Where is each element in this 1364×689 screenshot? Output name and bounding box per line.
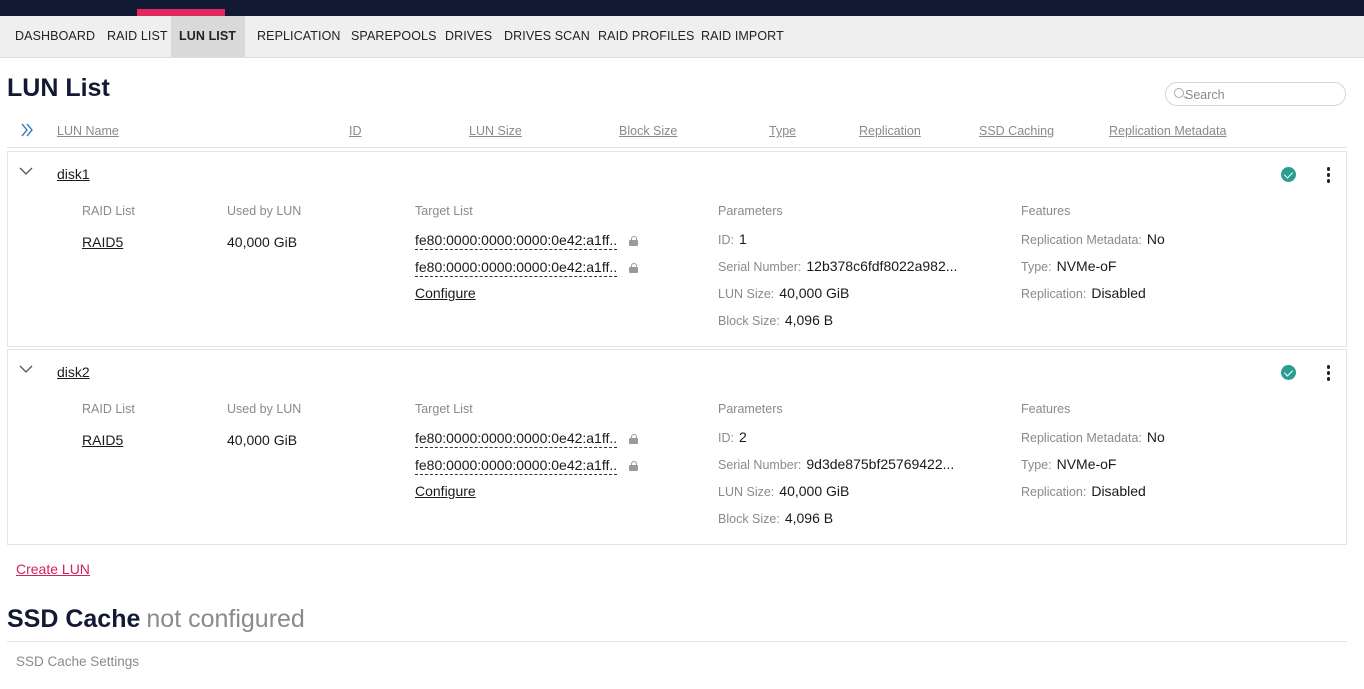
target-address[interactable]: fe80:0000:0000:0000:0e42:a1ff.. — [415, 430, 618, 448]
lun-row: disk1 RAID List RAID5 Used by LUN 40,000… — [7, 151, 1347, 347]
lock-icon — [629, 461, 638, 471]
features-label: Features — [1021, 402, 1071, 416]
main-nav: DASHBOARD RAID LIST LUN LIST REPLICATION… — [0, 16, 1364, 58]
lock-icon — [629, 236, 638, 246]
more-vert-icon[interactable] — [1321, 363, 1335, 383]
parameters-label: Parameters — [718, 402, 783, 416]
column-header-type[interactable]: Type — [769, 124, 796, 138]
header-divider — [7, 147, 1347, 148]
param-block-size: Block Size: 4,096 B — [718, 312, 834, 328]
raid-list-label: RAID List — [82, 402, 135, 416]
param-id: ID: 1 — [718, 231, 747, 247]
column-header-replication-metadata[interactable]: Replication Metadata — [1109, 124, 1226, 138]
param-serial: Serial Number: 9d3de875bf25769422... — [718, 456, 955, 472]
chevron-down-icon[interactable] — [19, 166, 33, 176]
configure-link[interactable]: Configure — [415, 285, 476, 301]
used-by-lun-label: Used by LUN — [227, 402, 302, 416]
target-list-label: Target List — [415, 402, 473, 416]
ssd-cache-heading: SSD Cache — [7, 605, 141, 633]
nav-item-raid-import[interactable]: RAID IMPORT — [693, 16, 792, 57]
column-header-ssd-caching[interactable]: SSD Caching — [979, 124, 1054, 138]
chevron-down-icon[interactable] — [19, 364, 33, 374]
nav-item-dashboard[interactable]: DASHBOARD — [7, 16, 103, 57]
features-label: Features — [1021, 204, 1071, 218]
nav-item-lun-list[interactable]: LUN LIST — [171, 16, 245, 57]
search-icon — [1174, 88, 1184, 98]
lun-name-link[interactable]: disk2 — [57, 364, 90, 380]
param-lun-size: LUN Size: 40,000 GiB — [718, 285, 850, 301]
nav-item-drives[interactable]: DRIVES — [437, 16, 500, 57]
nav-item-raid-profiles[interactable]: RAID PROFILES — [590, 16, 702, 57]
param-block-size: Block Size: 4,096 B — [718, 510, 834, 526]
nav-item-raid-list[interactable]: RAID LIST — [99, 16, 176, 57]
raid-link[interactable]: RAID5 — [82, 234, 123, 250]
feature-replication: Replication: Disabled — [1021, 483, 1146, 499]
status-ok-icon — [1281, 167, 1296, 182]
feature-type: Type: NVMe-oF — [1021, 258, 1117, 274]
raid-list-label: RAID List — [82, 204, 135, 218]
top-bar — [0, 0, 1364, 16]
target-address[interactable]: fe80:0000:0000:0000:0e42:a1ff.. — [415, 259, 618, 277]
used-by-lun-label: Used by LUN — [227, 204, 302, 218]
configure-link[interactable]: Configure — [415, 483, 476, 499]
param-lun-size: LUN Size: 40,000 GiB — [718, 483, 850, 499]
expand-all-icon[interactable] — [18, 122, 36, 138]
status-ok-icon — [1281, 365, 1296, 380]
nav-item-drives-scan[interactable]: DRIVES SCAN — [496, 16, 598, 57]
feature-replication: Replication: Disabled — [1021, 285, 1146, 301]
feature-replication-metadata: Replication Metadata: No — [1021, 231, 1165, 247]
lock-icon — [629, 263, 638, 273]
column-header-replication[interactable]: Replication — [859, 124, 921, 138]
param-id: ID: 2 — [718, 429, 747, 445]
column-header-id[interactable]: ID — [349, 124, 362, 138]
parameters-label: Parameters — [718, 204, 783, 218]
feature-type: Type: NVMe-oF — [1021, 456, 1117, 472]
lun-name-link[interactable]: disk1 — [57, 166, 90, 182]
column-header-lun-name[interactable]: LUN Name — [57, 124, 119, 138]
raid-link[interactable]: RAID5 — [82, 432, 123, 448]
ssd-cache-title: SSD Cache not configured — [7, 605, 305, 634]
lun-row: disk2 RAID List RAID5 Used by LUN 40,000… — [7, 349, 1347, 545]
page-title: LUN List — [7, 74, 110, 102]
nav-item-sparepools[interactable]: SPAREPOOLS — [343, 16, 445, 57]
active-tab-indicator — [137, 9, 225, 16]
lock-icon — [629, 434, 638, 444]
search-box — [1165, 82, 1346, 106]
target-address[interactable]: fe80:0000:0000:0000:0e42:a1ff.. — [415, 457, 618, 475]
ssd-cache-settings-link[interactable]: SSD Cache Settings — [16, 654, 139, 669]
column-header-lun-size[interactable]: LUN Size — [469, 124, 522, 138]
target-address[interactable]: fe80:0000:0000:0000:0e42:a1ff.. — [415, 232, 618, 250]
column-header-block-size[interactable]: Block Size — [619, 124, 677, 138]
target-list-label: Target List — [415, 204, 473, 218]
ssd-cache-divider — [7, 641, 1347, 642]
create-lun-link[interactable]: Create LUN — [16, 561, 90, 577]
feature-replication-metadata: Replication Metadata: No — [1021, 429, 1165, 445]
ssd-cache-status: not configured — [146, 605, 305, 633]
search-input[interactable] — [1185, 86, 1340, 103]
used-by-lun-value: 40,000 GiB — [227, 432, 298, 448]
nav-item-replication[interactable]: REPLICATION — [249, 16, 349, 57]
more-vert-icon[interactable] — [1321, 165, 1335, 185]
param-serial: Serial Number: 12b378c6fdf8022a982... — [718, 258, 958, 274]
used-by-lun-value: 40,000 GiB — [227, 234, 298, 250]
